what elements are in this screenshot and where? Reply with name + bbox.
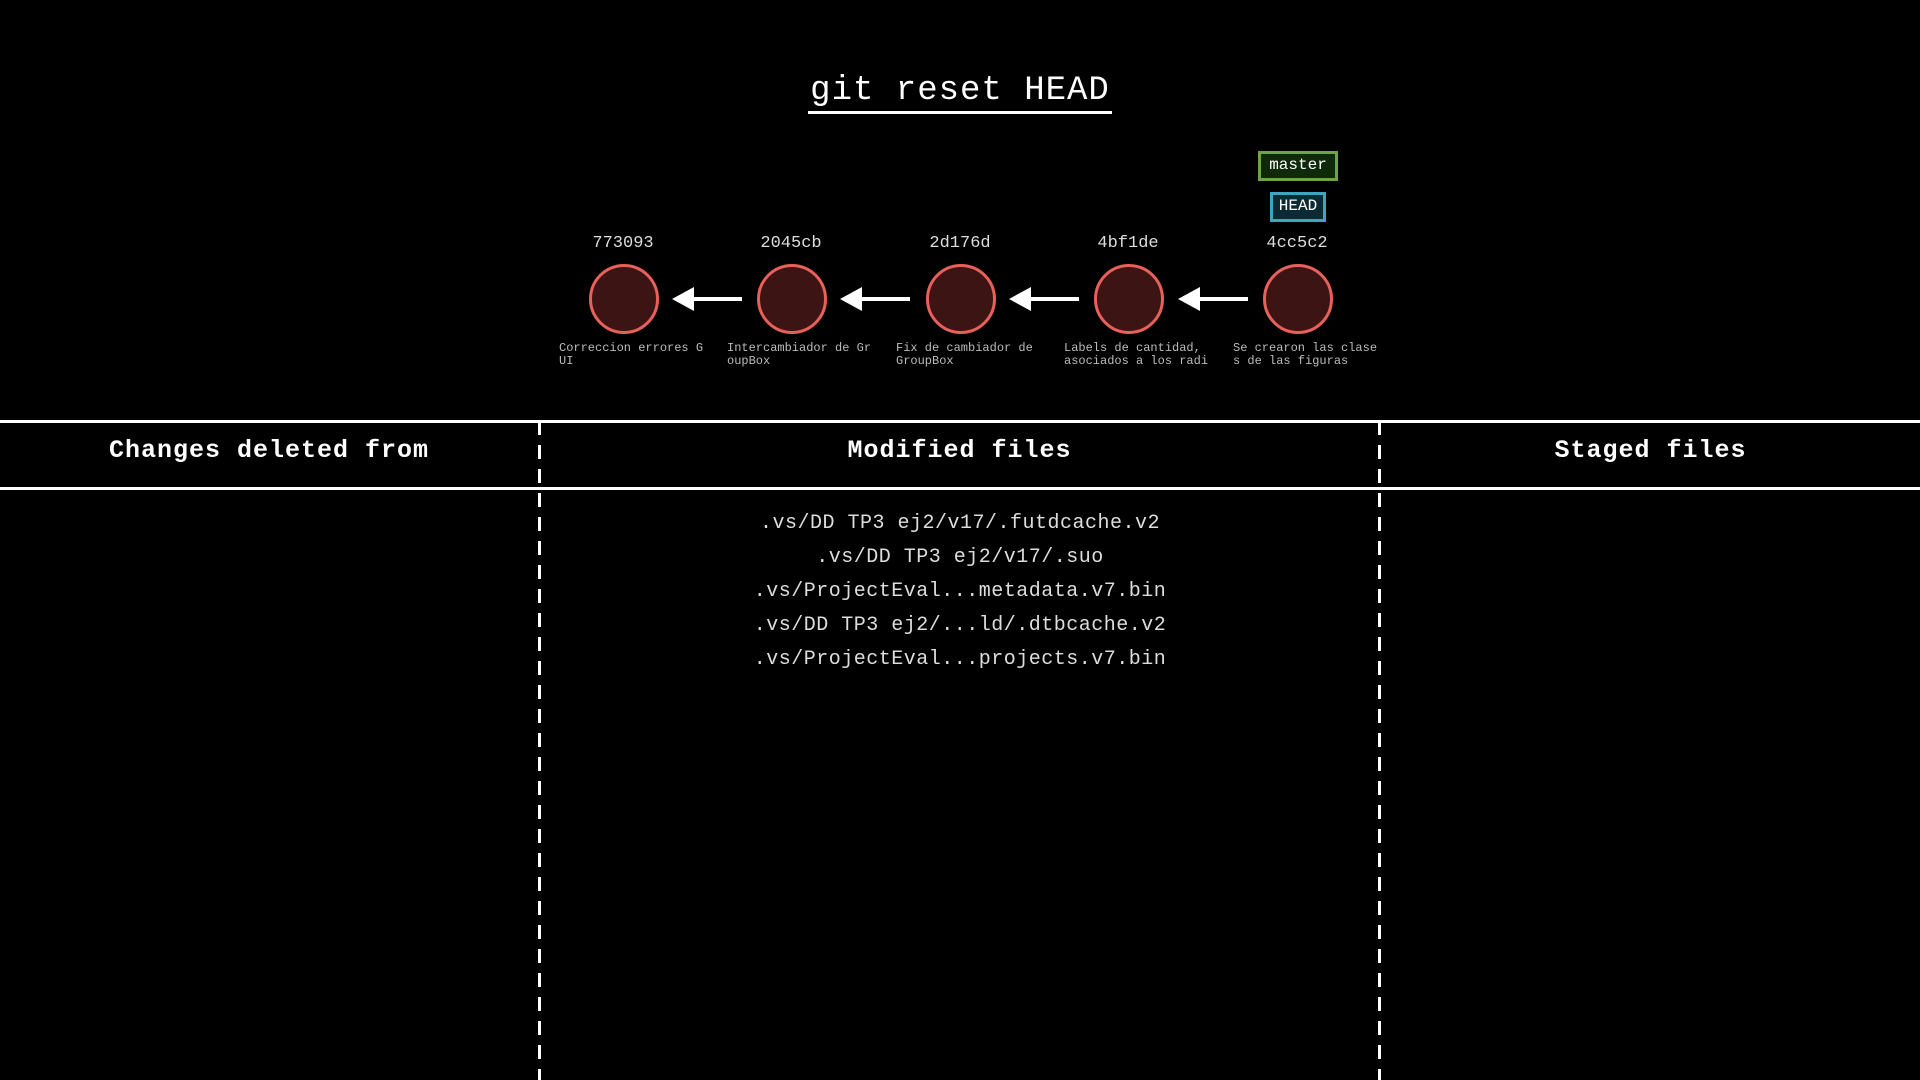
list-item[interactable]: .vs/DD TP3 ej2/v17/.futdcache.v2 bbox=[540, 507, 1380, 541]
commit-hash: 4cc5c2 bbox=[1266, 234, 1328, 253]
column-header-modified: Modified files bbox=[847, 436, 1072, 465]
table-header-divider bbox=[0, 487, 1920, 490]
commit-message: Fix de cambiador de GroupBox bbox=[896, 341, 1033, 368]
commit-graph: 773093 Correccion errores G UI 2045cb In… bbox=[0, 0, 1920, 410]
list-item[interactable]: .vs/ProjectEval...metadata.v7.bin bbox=[540, 575, 1380, 609]
list-item[interactable]: .vs/DD TP3 ej2/...ld/.dtbcache.v2 bbox=[540, 609, 1380, 643]
column-header-staged: Staged files bbox=[1554, 436, 1747, 465]
table-top-divider bbox=[0, 420, 1920, 423]
head-ref[interactable]: HEAD bbox=[1270, 192, 1326, 222]
left-arrow-icon bbox=[1178, 287, 1248, 311]
commit-message: Se crearon las clase s de las figuras bbox=[1233, 341, 1378, 368]
commit-node[interactable] bbox=[757, 264, 827, 334]
commit-message: Labels de cantidad, asociados a los radi bbox=[1064, 341, 1209, 368]
commit-message: Intercambiador de Gr oupBox bbox=[727, 341, 872, 368]
modified-files-list: .vs/DD TP3 ej2/v17/.futdcache.v2 .vs/DD … bbox=[540, 507, 1380, 677]
column-header-deleted: Changes deleted from bbox=[108, 436, 430, 465]
commit-node[interactable] bbox=[926, 264, 996, 334]
commit-node[interactable] bbox=[1263, 264, 1333, 334]
commit-node[interactable] bbox=[589, 264, 659, 334]
left-arrow-icon bbox=[672, 287, 742, 311]
commit-message: Correccion errores G UI bbox=[559, 341, 704, 368]
list-item[interactable]: .vs/ProjectEval...projects.v7.bin bbox=[540, 643, 1380, 677]
list-item[interactable]: .vs/DD TP3 ej2/v17/.suo bbox=[540, 541, 1380, 575]
left-arrow-icon bbox=[1009, 287, 1079, 311]
branch-ref-master[interactable]: master bbox=[1258, 151, 1338, 181]
left-arrow-icon bbox=[840, 287, 910, 311]
commit-node[interactable] bbox=[1094, 264, 1164, 334]
